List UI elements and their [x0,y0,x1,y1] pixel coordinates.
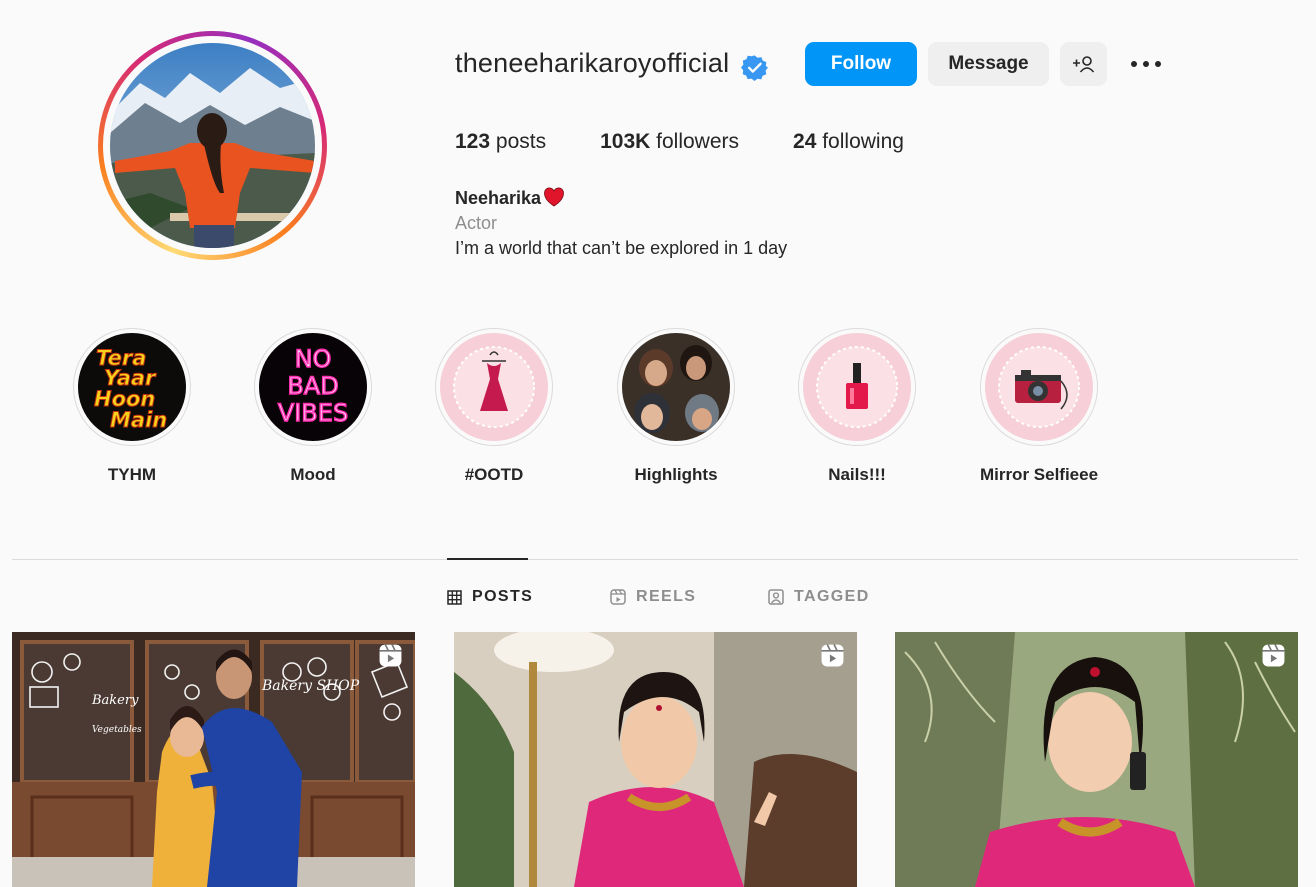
highlight-label: #OOTD [464,465,524,484]
highlight-tyhm[interactable]: Tera Yaar Hoon Main TYHM [52,328,212,485]
reel-badge-icon [821,644,844,667]
svg-text:Vegetables: Vegetables [92,725,142,735]
suggest-user-button[interactable] [1060,42,1107,86]
profile-username: theneeharikaroyofficial [455,48,730,78]
tab-posts[interactable]: POSTS [447,586,533,608]
highlight-label: TYHM [107,465,157,484]
svg-text:NO: NO [295,345,332,373]
follow-button[interactable]: Follow [805,42,917,86]
following-stat[interactable]: 24 following [793,130,904,154]
message-button[interactable]: Message [928,42,1049,86]
highlight-cover [622,333,730,441]
profile-avatar[interactable] [98,31,327,260]
reel-badge-icon [379,644,402,667]
highlight-cover [985,333,1093,441]
bio-full-name: Neeharika [455,187,565,209]
post-thumbnail[interactable]: Bakery Bakery SHOP Vegetables [12,632,415,887]
highlight-ootd[interactable]: #OOTD [414,328,574,485]
highlight-cover: Tera Yaar Hoon Main [78,333,186,441]
tagged-icon [768,589,784,605]
svg-text:Bakery: Bakery [91,693,139,708]
options-button[interactable] [1125,52,1167,76]
highlight-label: Mirror Selfieee [979,465,1099,484]
red-heart-icon [544,187,564,207]
tab-tagged[interactable]: TAGGED [768,586,870,608]
add-user-icon [1072,56,1094,73]
reel-badge-icon [1262,644,1285,667]
highlight-label: Nails!!! [828,465,886,484]
tab-reels[interactable]: REELS [610,586,696,608]
svg-text:Main: Main [110,408,167,432]
svg-text:VIBES: VIBES [278,399,348,427]
highlight-cover [440,333,548,441]
highlight-cover: NO BAD VIBES [259,333,367,441]
verified-badge-icon [741,55,768,81]
highlight-mirror-selfieee[interactable]: Mirror Selfieee [959,328,1119,485]
highlight-nails[interactable]: Nails!!! [777,328,937,485]
section-divider [12,559,1298,560]
svg-text:Bakery SHOP: Bakery SHOP [261,678,360,694]
post-thumbnail[interactable] [454,632,857,887]
highlight-cover [803,333,911,441]
post-thumbnail[interactable] [895,632,1298,887]
avatar-photo [110,43,315,248]
highlight-mood[interactable]: NO BAD VIBES Mood [233,328,393,485]
bio-category: Actor [455,213,498,233]
posts-stat: 123 posts [455,130,547,153]
grid-icon [447,589,462,605]
profile-stats: 123 posts 103K followers 24 following [455,130,958,154]
highlight-label: Mood [290,465,336,484]
highlight-label: Highlights [634,465,718,484]
active-tab-indicator [447,558,528,560]
reels-icon [610,589,626,605]
svg-text:BAD: BAD [287,372,338,400]
more-options-icon [1131,61,1161,67]
followers-stat[interactable]: 103K followers [600,130,739,154]
bio-text: I’m a world that can’t be explored in 1 … [455,238,788,258]
highlight-highlights[interactable]: Highlights [596,328,756,485]
